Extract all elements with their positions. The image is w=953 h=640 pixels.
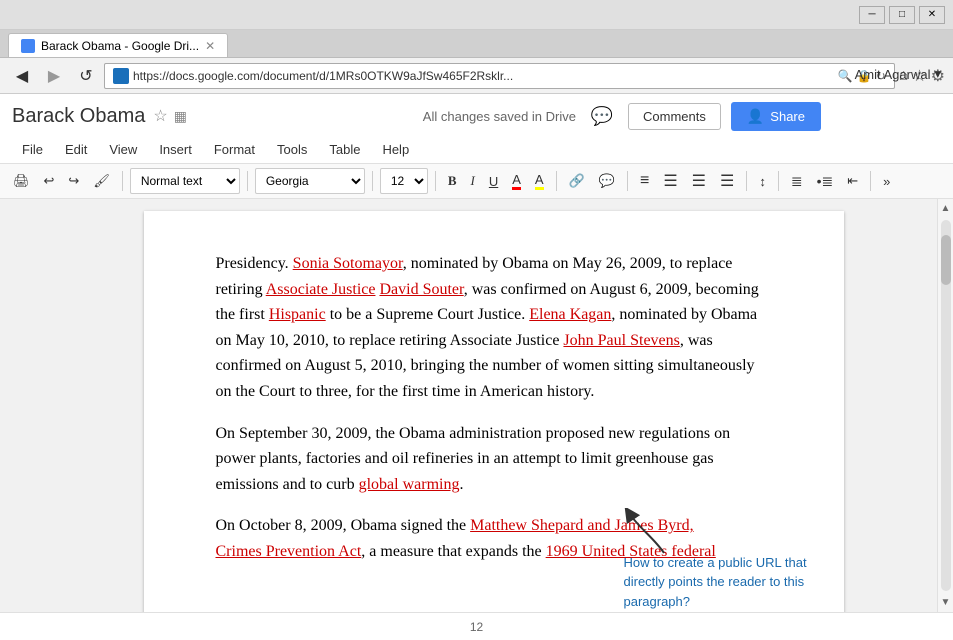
underline-button[interactable]: U: [484, 168, 503, 194]
tab-favicon: [21, 39, 35, 53]
menu-insert[interactable]: Insert: [149, 138, 202, 161]
link-elena-kagan[interactable]: Elena Kagan: [529, 306, 611, 323]
italic-button[interactable]: I: [466, 168, 480, 194]
search-icon[interactable]: 🔍: [838, 69, 853, 83]
paragraph-1: Presidency. Sonia Sotomayor, nominated b…: [216, 251, 772, 405]
scrollbar-thumb[interactable]: [941, 235, 951, 285]
comments-button[interactable]: Comments: [628, 103, 721, 130]
separator-5: [556, 171, 557, 191]
browser-tab[interactable]: Barack Obama - Google Dri... ✕: [8, 33, 228, 57]
align-justify-button[interactable]: ☰: [715, 168, 739, 194]
menubar: File Edit View Insert Format Tools Table…: [12, 136, 941, 163]
separator-4: [435, 171, 436, 191]
left-margin: [0, 199, 50, 612]
browser-favicon-icon: [113, 68, 129, 84]
folder-icon[interactable]: ▦: [174, 108, 187, 125]
document-page: Presidency. Sonia Sotomayor, nominated b…: [144, 211, 844, 612]
scroll-down-button[interactable]: ▼: [937, 593, 953, 612]
annotation-container: How to create a public URL that directly…: [624, 508, 834, 612]
back-button[interactable]: ◀: [8, 62, 36, 90]
link-associate-justice[interactable]: Associate Justice: [266, 281, 376, 298]
user-dropdown-icon[interactable]: ▾: [934, 66, 941, 82]
undo-button[interactable]: ↩: [39, 168, 60, 194]
docs-footer: 12: [0, 612, 953, 640]
separator-3: [372, 171, 373, 191]
menu-edit[interactable]: Edit: [55, 138, 97, 161]
align-right-button[interactable]: ☰: [687, 168, 711, 194]
url-text: https://docs.google.com/document/d/1MRs0…: [133, 69, 834, 83]
highlight-button[interactable]: A: [530, 168, 549, 194]
document-title: Barack Obama: [12, 105, 145, 128]
link-hispanic[interactable]: Hispanic: [269, 306, 326, 323]
separator-2: [247, 171, 248, 191]
decrease-indent-button[interactable]: ⇤: [842, 168, 863, 194]
bulleted-list-button[interactable]: •≣: [812, 168, 839, 194]
share-person-icon: 👤: [747, 108, 764, 125]
scrollbar-track[interactable]: [941, 220, 951, 591]
minimize-button[interactable]: ─: [859, 6, 885, 24]
link-sonia-sotomayor[interactable]: Sonia Sotomayor: [293, 255, 403, 272]
menu-tools[interactable]: Tools: [267, 138, 317, 161]
link-button[interactable]: 🔗: [564, 168, 590, 194]
link-john-paul-stevens[interactable]: John Paul Stevens: [563, 332, 679, 349]
font-size-select[interactable]: 12: [380, 168, 428, 194]
comment-button[interactable]: 💬: [594, 168, 620, 194]
link-global-warming[interactable]: global warming: [359, 476, 460, 493]
saved-status-text: All changes saved in Drive: [423, 109, 576, 124]
numbered-list-button[interactable]: ≣: [786, 168, 808, 194]
align-left-button[interactable]: ≡: [635, 168, 654, 194]
menu-format[interactable]: Format: [204, 138, 265, 161]
separator-8: [778, 171, 779, 191]
page-number: 12: [470, 620, 483, 634]
star-icon[interactable]: ☆: [153, 106, 167, 126]
print-button[interactable]: 🖨: [8, 168, 35, 194]
user-name: Amit Agarwal: [855, 67, 931, 82]
separator-9: [870, 171, 871, 191]
paint-format-button[interactable]: 🖌: [88, 168, 115, 194]
scrollbar: ▲ ▼: [937, 199, 953, 612]
maximize-button[interactable]: □: [889, 6, 915, 24]
menu-file[interactable]: File: [12, 138, 53, 161]
font-color-button[interactable]: A: [507, 168, 526, 194]
forward-button[interactable]: ▶: [40, 62, 68, 90]
menu-table[interactable]: Table: [319, 138, 370, 161]
redo-button[interactable]: ↪: [63, 168, 84, 194]
menu-view[interactable]: View: [99, 138, 147, 161]
page-area: Presidency. Sonia Sotomayor, nominated b…: [50, 199, 937, 612]
style-select[interactable]: Normal text: [130, 168, 240, 194]
annotation-text: How to create a public URL that directly…: [624, 553, 834, 612]
bold-button[interactable]: B: [443, 168, 462, 194]
separator-6: [627, 171, 628, 191]
font-select[interactable]: Georgia: [255, 168, 365, 194]
scroll-up-button[interactable]: ▲: [937, 199, 953, 218]
address-bar[interactable]: https://docs.google.com/document/d/1MRs0…: [104, 63, 895, 89]
link-david-souter[interactable]: David Souter: [379, 281, 463, 298]
reload-button[interactable]: ↺: [72, 62, 100, 90]
separator-7: [746, 171, 747, 191]
paragraph-2: On September 30, 2009, the Obama adminis…: [216, 421, 772, 498]
share-button[interactable]: 👤 Share: [731, 102, 821, 131]
close-button[interactable]: ✕: [919, 6, 945, 24]
share-label: Share: [770, 109, 805, 124]
tab-close-icon[interactable]: ✕: [205, 39, 215, 53]
line-spacing-button[interactable]: ↕: [754, 168, 771, 194]
more-options-button[interactable]: »: [878, 168, 895, 194]
menu-help[interactable]: Help: [372, 138, 419, 161]
toolbar: 🖨 ↩ ↪ 🖌 Normal text Georgia 12 B I U A A…: [0, 164, 953, 199]
align-center-button[interactable]: ☰: [658, 168, 682, 194]
tab-label: Barack Obama - Google Dri...: [41, 39, 199, 53]
separator-1: [122, 171, 123, 191]
comment-chat-icon[interactable]: 💬: [586, 100, 618, 132]
